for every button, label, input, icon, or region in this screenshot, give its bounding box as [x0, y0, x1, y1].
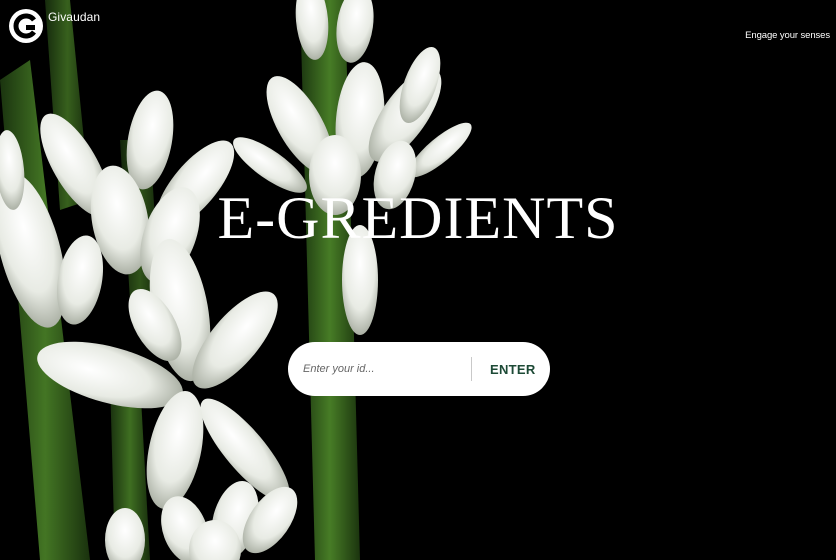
tagline-link[interactable]: Engage your senses [745, 30, 830, 41]
background-flower-image [0, 0, 472, 560]
page-title: E-GREDIENTS [217, 185, 619, 251]
field-divider [471, 357, 472, 381]
enter-button[interactable]: ENTER [490, 362, 536, 377]
landing-page: Givaudan Engage your senses E-GREDIENTS … [0, 0, 836, 560]
givaudan-g-logo-icon [9, 9, 43, 43]
id-entry-form: ENTER [288, 342, 550, 396]
id-input[interactable] [301, 353, 465, 385]
brand-name: Givaudan [48, 10, 101, 24]
brand-logo[interactable]: Givaudan [8, 8, 100, 44]
